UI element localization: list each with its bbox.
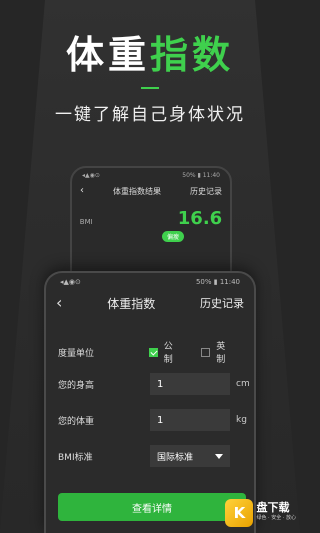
checkbox-icon[interactable] [201,347,211,357]
promo-header: 体重指数 一键了解自己身体状况 [0,32,300,125]
bmi-result: BMI 16.6 [72,208,230,229]
view-details-button[interactable]: 查看详情 [58,493,246,521]
watermark-tagline: 绿色 · 安全 · 放心 [256,515,296,521]
height-row: 您的身高 cm [58,373,250,395]
screen-title: 体重指数 [107,296,156,311]
bmi-form-phone: ◂▲◉⊙ 50% ▮ 11:40 ‹ 体重指数 历史记录 度量单位 公制 英制 您… [44,271,256,533]
app-nav-bar: ‹ 体重指数 历史记录 [46,291,254,315]
status-bar: ◂▲◉⊙ 50% ▮ 11:40 [60,278,240,286]
height-unit: cm [236,379,250,389]
height-input[interactable] [150,373,230,395]
unit-label: 度量单位 [58,348,95,359]
metric-option[interactable]: 公制 [148,339,182,365]
height-label: 您的身高 [58,380,95,391]
status-bar: ◂▲◉⊙ 50% ▮ 11:40 [82,171,220,179]
promo-title: 体重指数 [65,33,235,77]
standard-row: BMI标准 国际标准 [58,445,230,467]
checkbox-checked-icon[interactable] [148,347,158,357]
weight-unit: kg [236,415,247,425]
watermark-name: 盘下载 [256,501,290,514]
dropdown-arrow-icon [215,453,223,459]
history-link[interactable]: 历史记录 [200,295,244,311]
standard-label: BMI标准 [58,452,93,463]
back-icon[interactable]: ‹ [56,295,62,311]
weight-input[interactable] [150,409,230,431]
preview-nav: ‹ 体重指数结果 历史记录 [72,182,230,200]
site-watermark: K 盘下载 绿色 · 安全 · 放心 [225,499,296,527]
preview-history-link: 历史记录 [190,186,222,196]
title-underline [141,87,159,89]
imperial-option[interactable]: 英制 [201,339,234,365]
preview-title: 体重指数结果 [113,186,161,196]
back-icon: ‹ [80,185,84,196]
weight-label: 您的体重 [58,416,95,427]
promo-subtitle: 一键了解自己身体状况 [55,105,245,125]
bmi-status-badge: 偏瘦 [162,231,184,242]
standard-select[interactable]: 国际标准 [150,445,230,467]
weight-row: 您的体重 kg [58,409,247,431]
unit-row: 度量单位 公制 英制 [58,339,254,365]
bmi-value: 16.6 [177,208,223,229]
brand-logo-icon: K [225,499,254,527]
bmi-label: BMI [79,218,93,226]
